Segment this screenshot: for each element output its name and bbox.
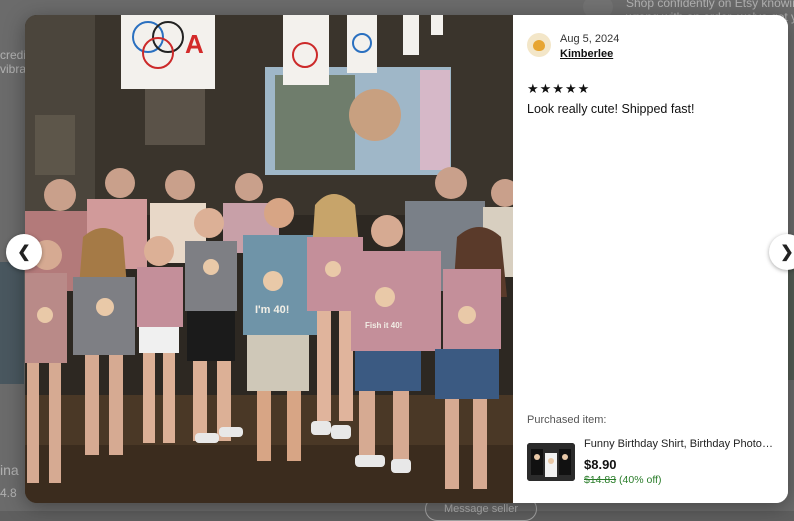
reviewer-name-link[interactable]: Kimberlee: [560, 48, 613, 60]
shirt-print-text: Fish it 40!: [365, 321, 402, 330]
chevron-left-icon: ❮: [17, 244, 31, 261]
shirt-print-text: I'm 40!: [255, 304, 289, 316]
background-text-line: credi: [0, 48, 27, 62]
background-shop-name: ina: [0, 462, 19, 478]
purchased-item-discount: $14.83 (40% off): [584, 474, 661, 486]
product-image: [527, 443, 575, 481]
review-detail-panel: Aug 5, 2024 Kimberlee ★★★★★ Look really …: [513, 15, 788, 503]
review-date: Aug 5, 2024: [560, 33, 620, 45]
discount-percent: (40% off): [619, 474, 662, 486]
review-photo-image: A I'm 40! Fish it 40!: [25, 15, 513, 503]
user-icon: [533, 39, 545, 51]
review-photo-modal: A I'm 40! Fish it 40! Aug 5, 2024 Kimber…: [25, 15, 788, 503]
background-thumbnail: [0, 262, 24, 384]
star-rating: ★★★★★: [527, 81, 591, 96]
chevron-right-icon: ❯: [780, 244, 794, 261]
background-text-line: Shop confidently on Etsy knowing: [626, 0, 794, 10]
previous-photo-button[interactable]: ❮: [6, 234, 42, 270]
review-text: Look really cute! Shipped fast!: [527, 102, 695, 116]
review-photo: A I'm 40! Fish it 40!: [25, 15, 513, 503]
purchased-item-price: $8.90: [584, 457, 617, 472]
purchased-item-label: Purchased item:: [527, 414, 607, 426]
purchased-item-thumbnail[interactable]: [527, 443, 575, 481]
svg-text:A: A: [185, 29, 204, 59]
background-rating: 4.8: [0, 486, 17, 500]
reviewer-avatar: [527, 33, 551, 57]
purchased-item-title[interactable]: Funny Birthday Shirt, Birthday Photo ...: [584, 438, 774, 450]
original-price: $14.83: [584, 474, 617, 486]
background-text-line: vibra: [0, 62, 27, 76]
background-left-text: credi vibra: [0, 30, 26, 76]
